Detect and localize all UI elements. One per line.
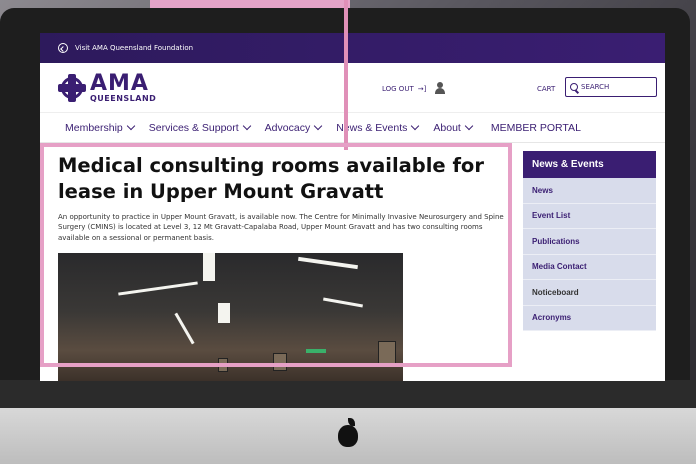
- nav-label: Services & Support: [148, 121, 239, 134]
- nav-item-about[interactable]: About: [433, 121, 474, 134]
- chevron-down-icon: [411, 121, 420, 131]
- highlight-frame: [40, 143, 512, 367]
- caduceus-icon: [58, 73, 86, 102]
- sidebar-item-publications[interactable]: Publications: [523, 229, 656, 255]
- nav-item-advocacy[interactable]: Advocacy: [264, 121, 323, 134]
- chevron-down-icon: [126, 121, 136, 131]
- monitor-chin: [0, 408, 696, 464]
- sidebar-item-acronyms[interactable]: Acronyms: [523, 305, 656, 331]
- ama-logo[interactable]: AMA QUEENSLAND: [58, 70, 157, 103]
- chevron-down-icon: [313, 121, 323, 131]
- member-portal-link[interactable]: MEMBER PORTAL: [491, 122, 581, 134]
- nav-item-news-events[interactable]: News & Events: [336, 121, 420, 134]
- cart-link[interactable]: CART: [537, 85, 555, 93]
- sidebar-heading: News & Events: [523, 151, 656, 178]
- nav-label: About: [433, 121, 461, 134]
- site-header: AMA QUEENSLAND LOG OUT →] CART SEARCH: [40, 63, 665, 113]
- sidebar-item-noticeboard[interactable]: Noticeboard: [523, 280, 656, 306]
- search-input[interactable]: SEARCH: [565, 77, 657, 97]
- apple-logo-icon: [338, 418, 358, 447]
- user-icon[interactable]: [435, 82, 445, 94]
- logout-link[interactable]: LOG OUT →]: [382, 85, 426, 93]
- monitor-bezel-bottom: [0, 380, 696, 408]
- sidebar-item-news[interactable]: News: [523, 178, 656, 204]
- logout-label: LOG OUT: [382, 85, 414, 93]
- logo-title: AMA: [90, 70, 149, 96]
- sidebar-nav: News & Events News Event List Publicatio…: [523, 151, 656, 331]
- highlight-connector-line: [344, 0, 348, 150]
- logout-icon: →]: [417, 85, 427, 93]
- nav-item-services[interactable]: Services & Support: [148, 121, 251, 134]
- nav-item-membership[interactable]: Membership: [65, 121, 136, 134]
- chevron-down-icon: [242, 121, 251, 131]
- foundation-bar[interactable]: Visit AMA Queensland Foundation: [40, 33, 665, 63]
- foundation-link[interactable]: Visit AMA Queensland Foundation: [75, 44, 193, 52]
- sidebar-item-media-contact[interactable]: Media Contact: [523, 254, 656, 280]
- sidebar-item-event-list[interactable]: Event List: [523, 203, 656, 229]
- nav-label: Membership: [65, 121, 123, 134]
- main-nav: Membership Services & Support Advocacy N…: [40, 113, 665, 143]
- logo-subtitle: QUEENSLAND: [90, 93, 157, 103]
- nav-label: Advocacy: [264, 121, 311, 134]
- search-placeholder: SEARCH: [581, 83, 610, 91]
- chevron-down-icon: [464, 121, 474, 131]
- search-icon: [570, 83, 578, 91]
- back-arrow-icon: [58, 43, 68, 53]
